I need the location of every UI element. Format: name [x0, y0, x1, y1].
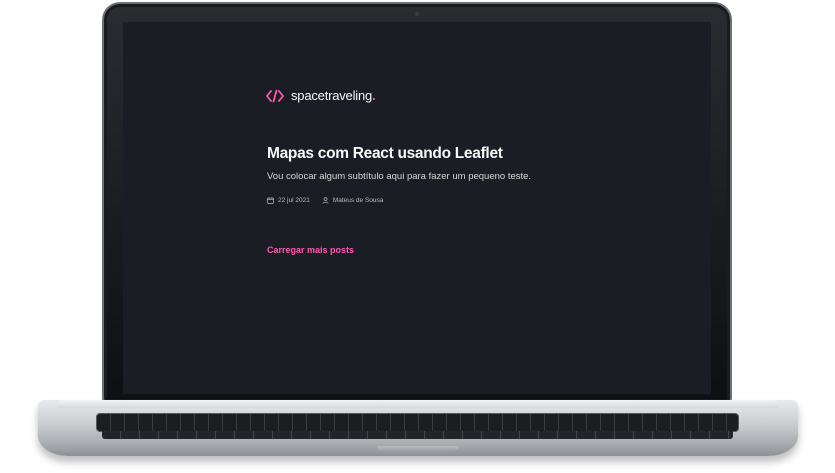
browser-viewport: spacetraveling. Mapas com React usando L… [123, 22, 711, 394]
post-meta: 22 jul 2021 Mateus de Sousa [267, 197, 383, 204]
calendar-icon [267, 197, 274, 204]
post-author-text: Mateus de Sousa [332, 197, 384, 204]
post-subtitle: Vou colocar algum subtítulo aqui para fa… [267, 171, 532, 182]
logo-dot: . [372, 88, 376, 103]
user-icon [322, 197, 329, 204]
keyboard [96, 413, 739, 432]
keyboard-bottom-row [102, 431, 733, 439]
post-date: 22 jul 2021 [267, 197, 310, 204]
post-author: Mateus de Sousa [322, 197, 384, 204]
code-brackets-icon [266, 89, 284, 102]
site-logo[interactable]: spacetraveling. [266, 88, 376, 103]
load-more-posts-button[interactable]: Carregar mais posts [267, 245, 354, 255]
laptop-base-hinge [58, 400, 778, 408]
post-title[interactable]: Mapas com React usando Leaflet [267, 145, 503, 163]
logo-text: spacetraveling [291, 88, 373, 103]
post-date-text: 22 jul 2021 [278, 197, 310, 204]
camera-dot [415, 12, 419, 16]
trackpad-notch [377, 446, 459, 451]
